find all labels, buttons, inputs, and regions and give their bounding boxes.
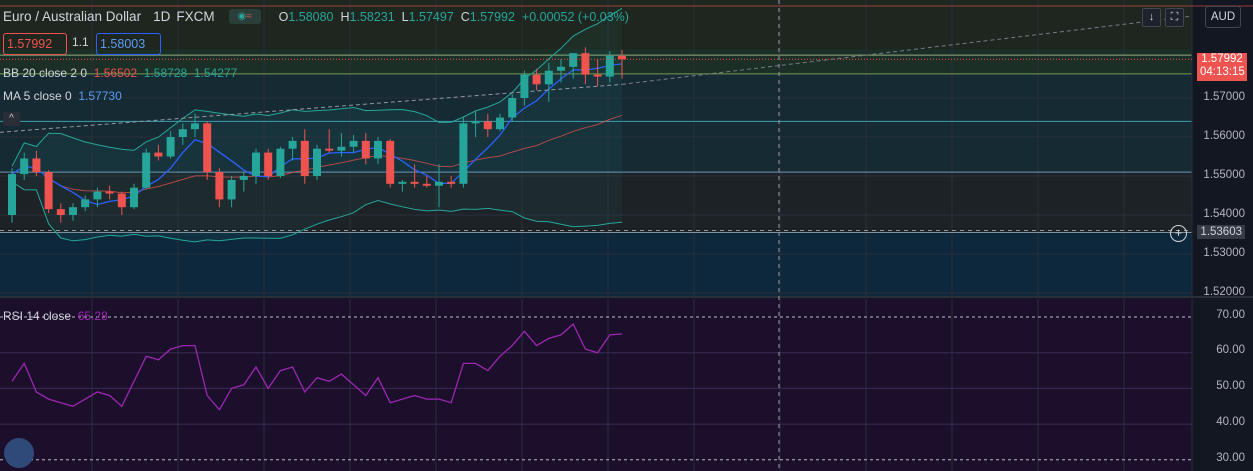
candle-body [544, 70, 553, 85]
candle-body [313, 148, 321, 176]
bb-basis-value: 1.56502 [93, 66, 138, 80]
candle-body [44, 172, 53, 210]
candle-body [191, 123, 199, 130]
close-value: 1.57992 [469, 9, 515, 24]
candle-body [435, 181, 443, 186]
candle-body [166, 137, 175, 157]
timeframe[interactable]: 1D [153, 9, 170, 24]
sell-price-button[interactable]: 1.57992 [3, 33, 67, 55]
collapse-legend-button[interactable]: ^ [3, 112, 20, 126]
price-tick-label: 1.53000 [1203, 247, 1245, 259]
ma-value: 1.57730 [78, 89, 122, 103]
candle-body [178, 129, 187, 137]
candle-body [8, 174, 16, 215]
exchange-name: FXCM [176, 9, 215, 24]
candle-body [130, 187, 138, 208]
candle-body [618, 55, 626, 60]
ohlc-readout: O1.58080 H1.58231 L1.57497 C1.57992 +0.0… [278, 9, 629, 24]
current-price-label: 1.57992 04:13:15 [1197, 53, 1247, 81]
high-value: 1.58231 [349, 9, 395, 24]
candle-body [227, 179, 236, 200]
candle-body [557, 66, 565, 71]
candle-body [349, 140, 358, 147]
candle-body [508, 98, 517, 118]
crosshair-price-label: 1.53603 [1197, 225, 1245, 239]
symbol-name[interactable]: Euro / Australian Dollar [3, 9, 141, 24]
candle-body [215, 172, 224, 200]
rsi-pane-bg [0, 299, 1192, 471]
rsi-tick-label: 50.00 [1216, 380, 1245, 392]
candle-body [300, 140, 309, 176]
candle-body [459, 123, 468, 184]
rsi-tick-label: 60.00 [1216, 344, 1245, 356]
rsi-tick-label: 40.00 [1216, 416, 1245, 428]
candle-body [32, 158, 41, 173]
rsi-legend[interactable]: RSI 14 close 65.28 [3, 309, 108, 323]
candle-body [239, 176, 248, 180]
rsi-tick-label: 70.00 [1216, 309, 1245, 321]
open-value: 1.58080 [288, 9, 334, 24]
candle-body [483, 121, 492, 130]
candle-body [398, 181, 407, 184]
rsi-value: 65.28 [77, 309, 108, 323]
price-tick-label: 1.54000 [1203, 208, 1245, 220]
candle-body [361, 140, 370, 159]
price-tick-label: 1.56000 [1203, 130, 1245, 142]
candle-body [288, 140, 297, 149]
candle-body [105, 191, 114, 194]
rsi-tick-label: 30.00 [1216, 452, 1245, 464]
candle-body [117, 193, 126, 208]
low-value: 1.57497 [408, 9, 454, 24]
spread-value: 1.1 [72, 35, 89, 49]
candle-body [337, 146, 346, 151]
candle-body [20, 158, 29, 175]
candle-body [374, 140, 382, 159]
candle-body [471, 121, 480, 124]
currency-selector[interactable]: AUD [1205, 6, 1241, 28]
shaded-zone [0, 232, 1192, 297]
candle-body [520, 74, 529, 98]
price-tick-label: 1.57000 [1203, 91, 1245, 103]
candle-body [203, 123, 212, 173]
bb-legend[interactable]: BB 20 close 2 0 1.56502 1.58728 1.54277 [3, 66, 237, 80]
candle-body [81, 199, 90, 208]
candle-body [386, 140, 395, 184]
candle-body [532, 74, 541, 85]
candle-body [447, 181, 456, 184]
bar-countdown: 04:13:15 [1200, 66, 1245, 78]
candle-body [325, 148, 334, 151]
scroll-to-latest-icon[interactable]: ↓ [1142, 8, 1161, 27]
candle-body [569, 53, 578, 67]
add-alert-plus-icon[interactable]: + [1170, 225, 1187, 242]
bb-upper-value: 1.58728 [143, 66, 188, 80]
visibility-toggle-icon[interactable]: ◉≈ [228, 9, 261, 24]
candle-body [593, 74, 602, 77]
candle-body [154, 152, 163, 157]
price-tick-label: 1.55000 [1203, 169, 1245, 181]
candle-body [410, 181, 419, 184]
bb-lower-value: 1.54277 [193, 66, 238, 80]
candle-body [496, 117, 504, 130]
change-value: +0.00052 (+0.03%) [521, 9, 629, 24]
candle-body [252, 152, 260, 176]
price-tick-label: 1.52000 [1203, 286, 1245, 298]
ma-legend[interactable]: MA 5 close 0 1.57730 [3, 89, 122, 103]
candle-body [142, 152, 151, 188]
symbol-header: Euro / Australian Dollar 1D FXCM ◉≈ O1.5… [3, 9, 629, 24]
candle-body [56, 209, 65, 215]
candle-body [581, 53, 590, 75]
candle-body [264, 152, 273, 176]
candle-body [93, 191, 102, 200]
tradingview-logo-icon[interactable] [4, 438, 34, 468]
buy-price-button[interactable]: 1.58003 [96, 33, 161, 55]
candle-body [422, 183, 431, 186]
candle-body [69, 207, 77, 215]
fullscreen-icon[interactable]: ⛶ [1165, 8, 1184, 27]
candle-body [276, 148, 285, 176]
